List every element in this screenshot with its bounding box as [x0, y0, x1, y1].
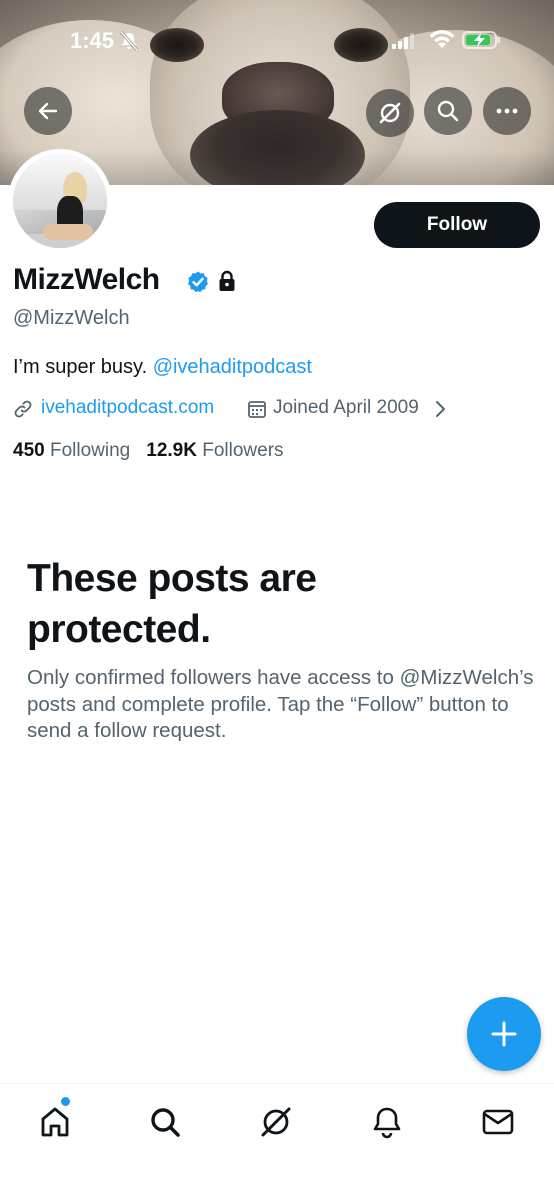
nav-home[interactable] — [35, 1102, 75, 1142]
compose-button[interactable] — [467, 997, 541, 1071]
follow-button[interactable]: Follow — [374, 202, 540, 248]
search-button[interactable] — [424, 87, 472, 135]
verified-badge-icon[interactable] — [186, 270, 210, 294]
grok-icon — [379, 102, 401, 124]
grok-button[interactable] — [366, 89, 414, 137]
following-link[interactable]: 450 Following — [13, 440, 130, 461]
nav-notifications[interactable] — [367, 1102, 407, 1142]
more-icon — [496, 108, 518, 114]
link-icon — [14, 400, 32, 418]
banner-photo-eye — [334, 28, 388, 62]
handle: @MizzWelch — [13, 307, 130, 329]
calendar-icon — [248, 401, 266, 418]
followers-label: Followers — [202, 440, 284, 461]
follow-stats: 450 Following 12.9K Followers — [13, 440, 284, 462]
banner-photo-eye — [150, 28, 204, 62]
search-icon — [437, 100, 459, 122]
bio-text: I’m super busy. — [13, 356, 153, 378]
following-label: Following — [49, 440, 131, 461]
back-button[interactable] — [24, 87, 72, 135]
avatar-photo-legs — [43, 224, 93, 240]
bio-mention-link[interactable]: @ivehaditpodcast — [153, 356, 312, 378]
lock-icon — [219, 270, 235, 291]
joined-date: Joined April 2009 — [273, 397, 419, 418]
mute-icon — [119, 31, 139, 51]
signal-icon — [392, 33, 414, 49]
battery-charging-icon — [462, 31, 500, 49]
bottom-nav — [0, 1083, 554, 1200]
status-time: 1:45 — [70, 28, 115, 53]
protected-title: These posts are protected. — [27, 557, 317, 651]
plus-icon — [491, 1021, 517, 1047]
back-arrow-icon — [38, 102, 58, 120]
search-icon — [151, 1108, 180, 1137]
chevron-right-icon[interactable] — [433, 400, 447, 418]
messages-icon — [482, 1109, 514, 1135]
following-count: 450 — [13, 440, 45, 461]
avatar[interactable] — [8, 149, 112, 253]
wifi-icon — [429, 30, 455, 48]
notifications-icon — [373, 1107, 401, 1139]
bio: I’m super busy. @ivehaditpodcast — [13, 356, 312, 379]
nav-messages[interactable] — [478, 1102, 518, 1142]
website-link[interactable]: ivehaditpodcast.com — [41, 397, 214, 419]
protected-description: Only confirmed followers have access to … — [27, 666, 534, 742]
more-button[interactable] — [483, 87, 531, 135]
nav-search[interactable] — [145, 1102, 185, 1142]
nav-grok[interactable] — [256, 1102, 296, 1142]
home-icon — [41, 1107, 69, 1137]
grok-icon — [261, 1107, 291, 1137]
followers-link[interactable]: 12.9K Followers — [146, 440, 283, 461]
followers-count: 12.9K — [146, 440, 197, 461]
home-notification-dot — [61, 1097, 70, 1106]
display-name: MizzWelch — [13, 263, 160, 296]
